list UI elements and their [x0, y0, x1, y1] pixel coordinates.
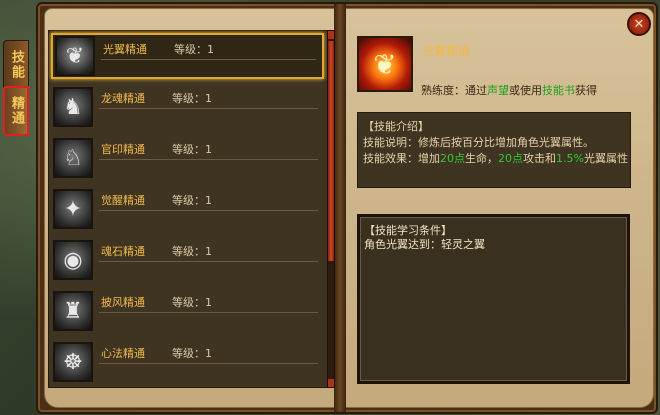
meditation-icon: ☸	[53, 342, 93, 382]
scroll-down-arrow-icon[interactable]	[328, 379, 334, 387]
skill-level: 等级：1	[172, 194, 212, 207]
skill-description: 技能说明：修炼后按百分比增加角色光翼属性。	[363, 136, 594, 149]
proficiency-prefix: 熟练度：通过	[421, 84, 487, 97]
awakening-icon: ✦	[53, 189, 93, 229]
skill-intro-title: 【技能介绍】	[363, 120, 429, 133]
cape-icon: ♜	[53, 291, 93, 331]
effect-prefix: 技能效果：增加	[363, 152, 440, 165]
divider	[99, 159, 318, 160]
skill-level: 等级：1	[172, 143, 212, 156]
close-icon: ✕	[633, 16, 645, 32]
effect-text-atk: 攻击和	[523, 152, 556, 165]
reputation-link[interactable]: 声望	[487, 84, 509, 97]
skill-list-item-seal[interactable]: ♘ 官印精通 等级：1	[51, 135, 324, 181]
effect-value-pct: 1.5%	[556, 152, 584, 165]
skill-list-scrollbar[interactable]	[327, 30, 335, 388]
divider	[99, 363, 318, 364]
tab-mastery-label: 精通	[9, 96, 24, 126]
seal-icon: ♘	[53, 138, 93, 178]
skill-level: 等级：1	[174, 43, 214, 56]
effect-text-pct: 光翼属性	[583, 152, 628, 165]
skill-name: 官印精通	[101, 143, 145, 156]
skill-level: 等级：1	[172, 245, 212, 258]
skill-list-item-dragon[interactable]: ♞ 龙魂精通 等级：1	[51, 84, 324, 130]
skill-level: 等级：1	[172, 347, 212, 360]
divider	[99, 210, 318, 211]
skill-name: 心法精通	[101, 347, 145, 360]
scroll-up-arrow-icon[interactable]	[328, 31, 334, 39]
divider	[99, 312, 318, 313]
divider	[101, 59, 316, 60]
wings-icon: ❦	[55, 36, 95, 76]
skill-name: 觉醒精通	[101, 194, 145, 207]
skill-name: 光翼精通	[103, 43, 147, 56]
book-spine	[334, 4, 346, 412]
close-button[interactable]: ✕	[627, 12, 651, 36]
proficiency-suffix: 获得	[575, 84, 597, 97]
dragon-icon: ♞	[53, 87, 93, 127]
skill-list-item-soulstone[interactable]: ◉ 魂石精通 等级：1	[51, 237, 324, 283]
scroll-thumb[interactable]	[328, 41, 334, 261]
learn-condition-text: 角色光翼达到：轻灵之翼	[364, 238, 485, 251]
tab-mastery[interactable]: 精通	[3, 86, 29, 136]
effect-text-hp: 生命，	[465, 152, 498, 165]
skill-list-item-wings[interactable]: ❦ 光翼精通 等级：1	[51, 33, 324, 79]
divider	[99, 261, 318, 262]
effect-value-hp: 20点	[440, 152, 465, 165]
proficiency-mid: 或使用	[509, 84, 542, 97]
soulstone-icon: ◉	[53, 240, 93, 280]
skill-list-item-meditation[interactable]: ☸ 心法精通 等级：1	[51, 339, 324, 385]
skill-level: 等级：1	[172, 296, 212, 309]
skill-level: 等级：1	[172, 92, 212, 105]
skill-list-item-awakening[interactable]: ✦ 觉醒精通 等级：1	[51, 186, 324, 232]
divider	[99, 108, 318, 109]
skill-effect: 技能效果：增加20点生命，20点攻击和1.5%光翼属性	[363, 150, 628, 166]
detail-skill-name: 光翼精通	[422, 44, 471, 58]
detail-wings-icon: ❦	[357, 36, 413, 92]
skill-list-item-cape[interactable]: ♜ 披风精通 等级：1	[51, 288, 324, 334]
skill-name: 龙魂精通	[101, 92, 145, 105]
proficiency-text: 熟练度：通过声望或使用技能书获得	[421, 82, 597, 98]
effect-value-atk: 20点	[498, 152, 523, 165]
tab-skills[interactable]: 技能	[3, 40, 29, 90]
skill-name: 魂石精通	[101, 245, 145, 258]
skill-book-link[interactable]: 技能书	[542, 84, 575, 97]
tab-skills-label: 技能	[9, 50, 24, 80]
skill-name: 披风精通	[101, 296, 145, 309]
